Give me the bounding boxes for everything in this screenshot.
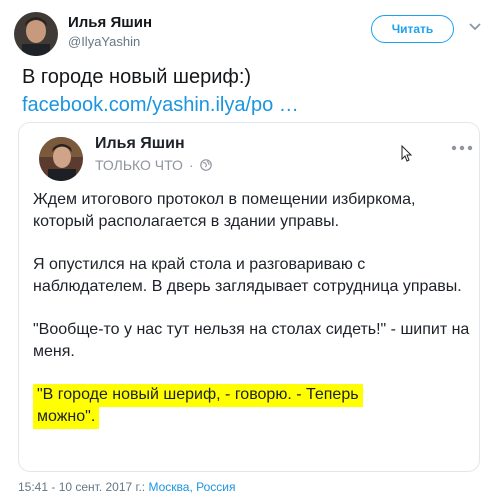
timestamp[interactable]: 15:41 - 10 сент. 2017 г.: — [18, 480, 145, 494]
highlight-line: можно". — [33, 406, 100, 429]
post-paragraph: "Вообще-то у нас тут нельзя на столах си… — [33, 321, 470, 360]
post-paragraph: Я опустился на край стола и разговариваю… — [33, 256, 462, 295]
embedded-post-meta: ТОЛЬКО ЧТО · — [95, 157, 212, 173]
author-avatar[interactable] — [14, 12, 58, 56]
post-paragraph: Ждем итогового протокол в помещении изби… — [33, 191, 416, 230]
highlighted-paragraph: "В городе новый шериф, - говорю. - Тепер… — [33, 384, 473, 429]
embedded-post-author: Илья Яшин — [95, 135, 185, 152]
author-handle[interactable]: @IlyaYashin — [68, 34, 140, 49]
tweet: Илья Яшин @IlyaYashin Читать В городе но… — [0, 0, 500, 498]
follow-button[interactable]: Читать — [371, 15, 454, 43]
author-name[interactable]: Илья Яшин — [68, 14, 152, 31]
tweet-link[interactable]: facebook.com/yashin.ilya/po … — [22, 94, 299, 117]
location-link[interactable]: Москва, Россия — [148, 480, 235, 494]
chevron-down-icon[interactable] — [468, 20, 482, 34]
highlight-line: "В городе новый шериф, - говорю. - Тепер… — [33, 384, 363, 407]
embedded-post-body: Ждем итогового протокол в помещении изби… — [33, 189, 473, 429]
mouse-cursor-icon — [401, 145, 413, 162]
embedded-post-avatar — [39, 137, 83, 181]
more-options-icon[interactable] — [451, 145, 473, 151]
meta-separator: · — [188, 157, 194, 173]
embedded-post-card[interactable]: Илья Яшин ТОЛЬКО ЧТО · Ждем итогового пр… — [18, 122, 480, 472]
tweet-footer: 15:41 - 10 сент. 2017 г.: Москва, Россия — [18, 480, 235, 494]
tweet-text: В городе новый шериф:) — [22, 66, 252, 88]
embedded-post-time: ТОЛЬКО ЧТО — [95, 157, 183, 173]
globe-icon — [199, 159, 212, 171]
